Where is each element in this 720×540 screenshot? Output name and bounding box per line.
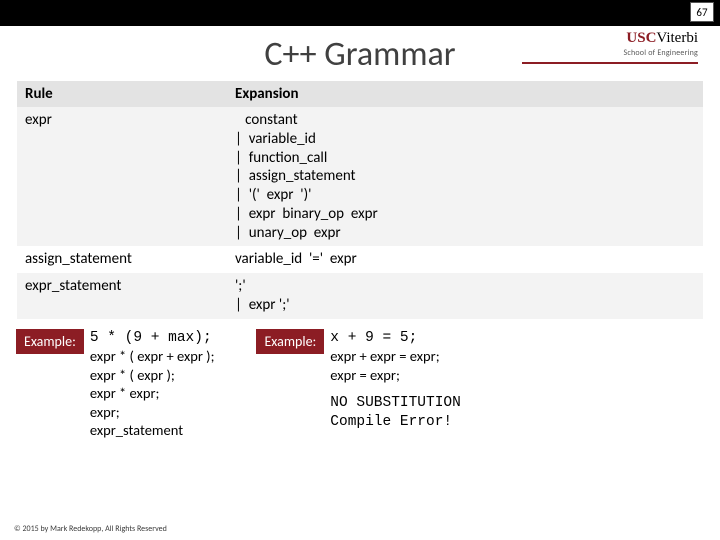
example-1-code: 5 * (9 + max);: [90, 329, 215, 348]
cell-rule: expr: [17, 107, 227, 246]
cell-expansion: ';' | expr ';': [227, 273, 703, 319]
example-1-deriv-3: expr;: [90, 403, 215, 422]
table-row: expr_statement ';' | expr ';': [17, 273, 703, 319]
example-1-deriv-4: expr_statement: [90, 421, 215, 440]
cell-expansion: constant | variable_id | function_call |…: [227, 107, 703, 246]
logo-viterbi: Viterbi: [656, 30, 698, 46]
example-2-code: x + 9 = 5;: [330, 329, 461, 348]
example-2: Example: x + 9 = 5; expr + expr = expr; …: [256, 329, 460, 440]
example-2-deriv-0: expr + expr = expr;: [330, 347, 461, 366]
usc-viterbi-logo: USCViterbi School of Engineering: [624, 30, 698, 58]
header-rule: Rule: [17, 81, 227, 107]
logo-text: USCViterbi: [624, 30, 698, 47]
logo-usc: USC: [626, 30, 656, 46]
example-1-body: 5 * (9 + max); expr * ( expr + expr ); e…: [90, 329, 215, 440]
example-1-deriv-0: expr * ( expr + expr );: [90, 347, 215, 366]
cell-rule: expr_statement: [17, 273, 227, 319]
cell-expansion: variable_id '=' expr: [227, 246, 703, 273]
example-2-error: NO SUBSTITUTION Compile Error!: [330, 394, 461, 431]
page-number: 67: [690, 2, 714, 22]
top-bar: 67: [0, 0, 720, 26]
example-1: Example: 5 * (9 + max); expr * ( expr + …: [16, 329, 214, 440]
table-row: expr constant | variable_id | function_c…: [17, 107, 703, 246]
header-expansion: Expansion: [227, 81, 703, 107]
example-2-body: x + 9 = 5; expr + expr = expr; expr = ex…: [330, 329, 461, 432]
table-header-row: Rule Expansion: [17, 81, 703, 107]
logo-subtitle: School of Engineering: [624, 48, 698, 58]
examples-area: Example: 5 * (9 + max); expr * ( expr + …: [0, 329, 720, 440]
slide-title: C++ Grammar: [0, 34, 720, 75]
copyright-footer: © 2015 by Mark Redekopp, All Rights Rese…: [14, 524, 167, 534]
example-label: Example:: [16, 329, 84, 354]
example-1-deriv-2: expr * expr;: [90, 384, 215, 403]
example-label: Example:: [256, 329, 324, 354]
table-row: assign_statement variable_id '=' expr: [17, 246, 703, 273]
example-2-deriv-1: expr = expr;: [330, 366, 461, 385]
grammar-table: Rule Expansion expr constant | variable_…: [17, 81, 703, 319]
example-1-deriv-1: expr * ( expr );: [90, 366, 215, 385]
cell-rule: assign_statement: [17, 246, 227, 273]
logo-separator: [522, 62, 698, 64]
